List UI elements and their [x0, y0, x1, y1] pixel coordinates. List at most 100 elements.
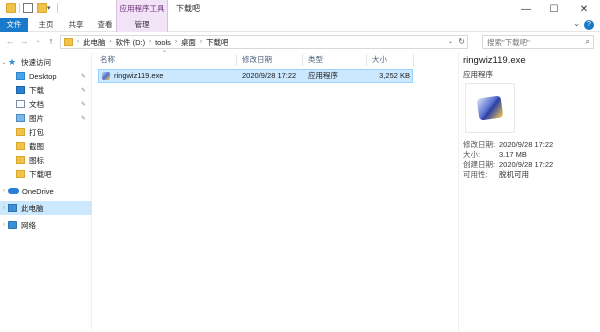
column-header-size[interactable]: 大小	[372, 52, 387, 68]
preview-thumbnail	[465, 83, 515, 133]
property-row: 大小: 3.17 MB	[463, 150, 553, 160]
pin-icon[interactable]: ✎	[81, 87, 86, 94]
folder-icon	[16, 170, 25, 178]
nav-label: OneDrive	[22, 186, 54, 196]
nav-quick-access[interactable]: ⌄ ★ 快速访问	[0, 55, 92, 69]
chevron-down-icon[interactable]: ⌄	[0, 59, 8, 66]
nav-documents[interactable]: 文档 ✎	[0, 97, 92, 111]
chevron-down-icon[interactable]: ⌄	[573, 19, 580, 28]
divider	[57, 3, 58, 13]
nav-folder-icons[interactable]: 图标	[0, 153, 92, 167]
quick-access-toolbar: ▾	[6, 3, 61, 13]
refresh-icon[interactable]: ↻	[458, 36, 465, 48]
properties-icon[interactable]	[23, 3, 33, 13]
new-folder-icon[interactable]	[37, 3, 47, 13]
property-value: 2020/9/28 17:22	[499, 160, 554, 169]
chevron-right-icon[interactable]: ›	[0, 205, 8, 211]
details-kind: 应用程序	[463, 70, 493, 79]
title-bar: ▾ 应用程序工具 下载吧 — ☐ ✕	[0, 0, 600, 18]
network-icon	[8, 221, 17, 229]
chevron-right-icon: ›	[174, 39, 177, 45]
breadcrumb-desktop[interactable]: 桌面	[181, 37, 196, 48]
details-pane: ringwiz119.exe 应用程序 修改日期: 2020/9/28 17:2…	[458, 52, 600, 332]
search-input[interactable]	[483, 36, 577, 48]
picture-icon	[16, 114, 25, 122]
folder-icon	[64, 38, 73, 46]
address-row: ← → ⌄ ↑ › 此电脑 › 软件 (D:) › tools › 桌面 › 下…	[0, 33, 600, 50]
file-row[interactable]: ringwiz119.exe 2020/9/28 17:22 应用程序 3,25…	[98, 69, 413, 83]
file-size: 3,252 KB	[379, 71, 410, 80]
nav-folder-pack[interactable]: 打包	[0, 125, 92, 139]
close-button[interactable]: ✕	[570, 0, 598, 18]
address-bar[interactable]: › 此电脑 › 软件 (D:) › tools › 桌面 › 下载吧 ⌄ ↻	[60, 35, 468, 49]
file-modified: 2020/9/28 17:22	[242, 71, 297, 80]
pin-icon[interactable]: ✎	[81, 101, 86, 108]
up-arrow-icon[interactable]: ↑	[45, 33, 57, 50]
application-icon	[102, 72, 110, 80]
property-value: 脱机可用	[499, 170, 529, 179]
breadcrumb-this-pc[interactable]: 此电脑	[83, 37, 106, 48]
breadcrumb-current[interactable]: 下载吧	[206, 37, 229, 48]
nav-label: 文档	[29, 99, 44, 109]
divider	[302, 54, 303, 66]
divider	[413, 54, 414, 66]
onedrive-icon	[8, 188, 19, 194]
pin-icon[interactable]: ✎	[81, 73, 86, 80]
nav-this-pc[interactable]: › 此电脑	[0, 201, 92, 215]
maximize-button[interactable]: ☐	[540, 0, 568, 18]
nav-onedrive[interactable]: › OneDrive	[0, 184, 92, 198]
property-value: 2020/9/28 17:22	[499, 140, 554, 149]
tab-view[interactable]: 查看	[92, 18, 118, 32]
search-icon: ⌕	[585, 37, 590, 46]
recent-chevron-icon[interactable]: ⌄	[32, 33, 44, 50]
nav-folder-screenshots[interactable]: 截图	[0, 139, 92, 153]
nav-desktop[interactable]: Desktop ✎	[0, 69, 92, 83]
property-row: 修改日期: 2020/9/28 17:22	[463, 140, 553, 150]
pc-icon	[8, 204, 17, 212]
pin-icon[interactable]: ✎	[81, 115, 86, 122]
column-header-type[interactable]: 类型	[308, 52, 323, 68]
nav-label: 下载吧	[29, 169, 52, 179]
navigation-pane: ⌄ ★ 快速访问 Desktop ✎ 下载 ✎ 文档 ✎ 图片 ✎ 打包 截图	[0, 52, 92, 332]
tab-home[interactable]: 主页	[32, 18, 60, 32]
details-properties: 修改日期: 2020/9/28 17:22 大小: 3.17 MB 创建日期: …	[463, 140, 553, 180]
nav-folder-xiazaiba[interactable]: 下载吧	[0, 167, 92, 181]
nav-pictures[interactable]: 图片 ✎	[0, 111, 92, 125]
tab-file[interactable]: 文件	[0, 18, 28, 32]
tab-share[interactable]: 共享	[62, 18, 90, 32]
chevron-right-icon[interactable]: ›	[0, 188, 8, 194]
window-title: 下载吧	[176, 4, 200, 13]
property-key: 大小:	[463, 150, 481, 159]
chevron-right-icon[interactable]: ›	[0, 222, 8, 228]
property-value: 3.17 MB	[499, 150, 527, 159]
forward-arrow-icon[interactable]: →	[18, 33, 30, 50]
property-row: 可用性: 脱机可用	[463, 170, 553, 180]
details-filename: ringwiz119.exe	[463, 55, 526, 66]
nav-network[interactable]: › 网络	[0, 218, 92, 232]
breadcrumb-tools[interactable]: tools	[155, 38, 171, 47]
breadcrumb-drive[interactable]: 软件 (D:)	[116, 37, 146, 48]
nav-label: 快速访问	[21, 57, 51, 67]
nav-label: 截图	[29, 141, 44, 151]
folder-icon[interactable]	[6, 3, 16, 13]
desktop-icon	[16, 72, 25, 80]
tab-manage[interactable]: 管理	[116, 18, 168, 32]
search-box[interactable]: ⌕	[482, 35, 594, 49]
star-icon: ★	[8, 57, 17, 67]
property-row: 创建日期: 2020/9/28 17:22	[463, 160, 553, 170]
chevron-down-icon[interactable]: ⌄	[448, 36, 453, 48]
minimize-button[interactable]: —	[512, 0, 540, 18]
chevron-down-icon[interactable]: ▾	[47, 4, 51, 12]
nav-label: 图片	[29, 113, 44, 123]
column-header-modified[interactable]: 修改日期	[242, 52, 272, 68]
file-type: 应用程序	[308, 71, 338, 80]
nav-label: 下载	[29, 85, 44, 95]
nav-downloads[interactable]: 下载 ✎	[0, 83, 92, 97]
nav-label: 打包	[29, 127, 44, 137]
download-icon	[16, 86, 25, 94]
back-arrow-icon[interactable]: ←	[4, 33, 16, 50]
column-header-name[interactable]: 名称	[100, 52, 115, 68]
help-icon[interactable]: ?	[584, 20, 594, 30]
nav-label: 此电脑	[21, 203, 44, 213]
nav-label: 网络	[21, 220, 36, 230]
